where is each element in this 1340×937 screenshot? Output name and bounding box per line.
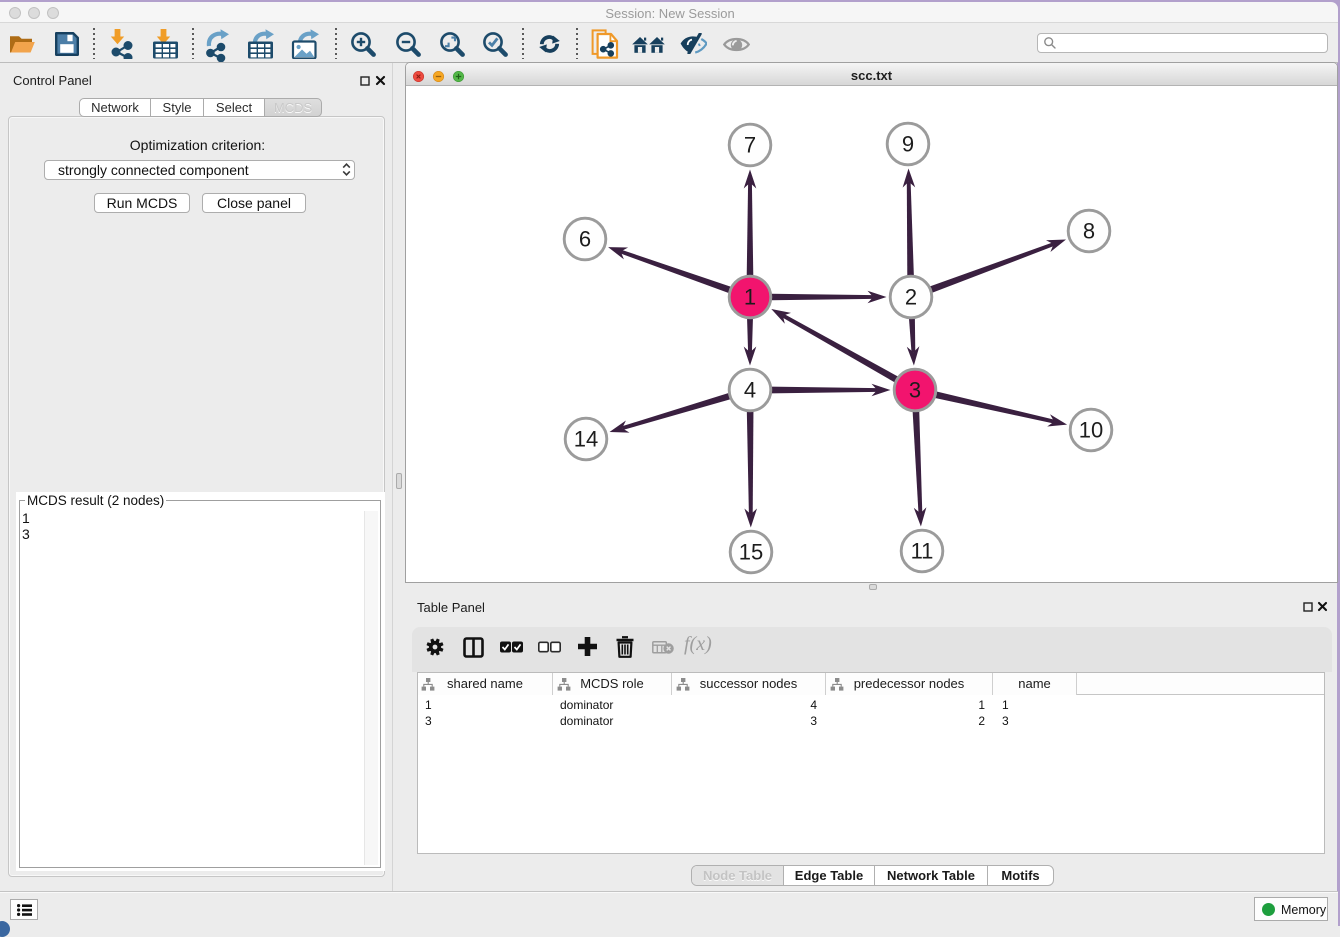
svg-text:10: 10	[1079, 418, 1103, 443]
svg-text:7: 7	[744, 133, 756, 158]
svg-text:8: 8	[1083, 219, 1095, 244]
svg-text:4: 4	[744, 378, 756, 403]
svg-text:14: 14	[574, 427, 598, 452]
svg-text:9: 9	[902, 132, 914, 157]
svg-text:1: 1	[744, 285, 756, 310]
svg-text:15: 15	[739, 540, 763, 565]
svg-text:11: 11	[911, 539, 934, 564]
svg-text:3: 3	[909, 378, 921, 403]
svg-text:6: 6	[579, 227, 591, 252]
svg-text:2: 2	[905, 285, 917, 310]
